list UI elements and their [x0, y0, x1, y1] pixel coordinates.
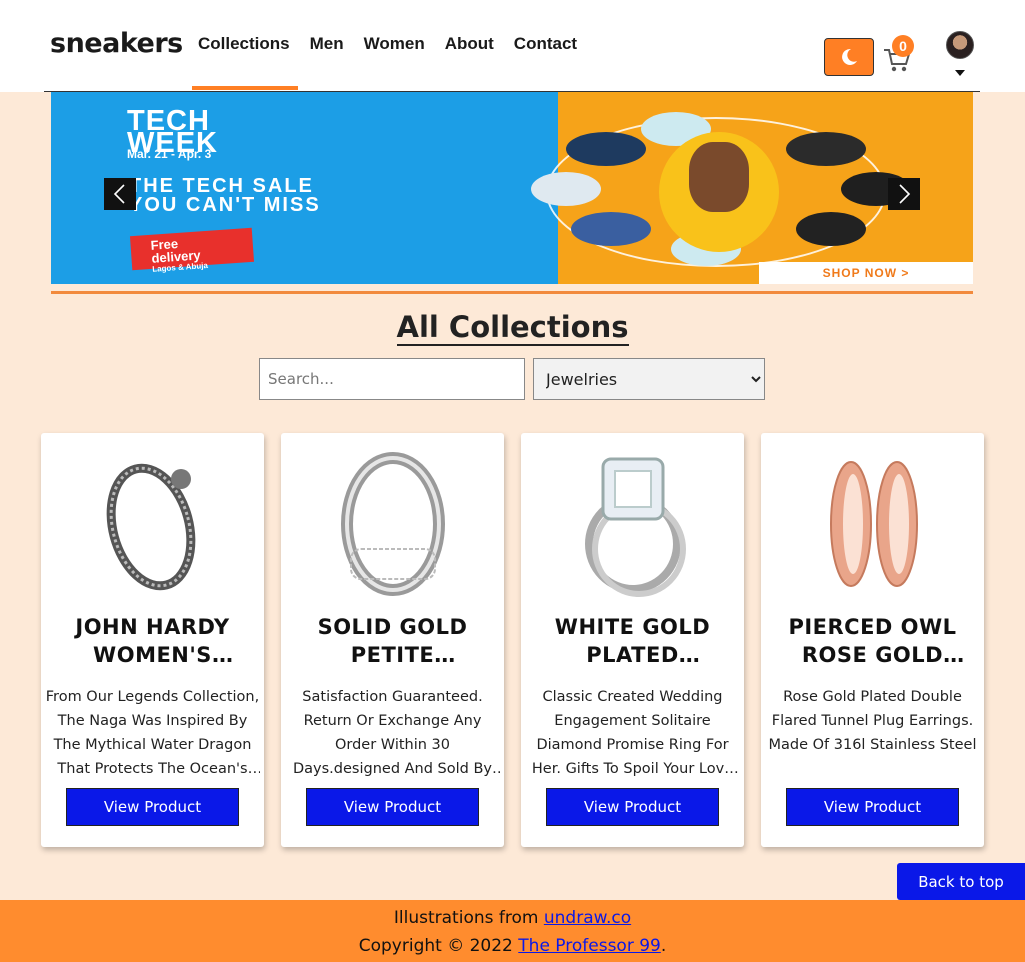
category-select[interactable]: Jewelries: [533, 358, 765, 400]
bracelet-image: [106, 463, 196, 591]
footer-illustrations-credit: Illustrations from undraw.co: [0, 908, 1025, 928]
theme-toggle-button[interactable]: [824, 38, 874, 76]
product-card: PIERCED OWL ROSE GOLD PLATED STAINLESS S…: [761, 433, 984, 847]
nav-links: Collections Men Women About Contact: [192, 34, 597, 90]
product-image: [813, 449, 933, 599]
navbar: sneakers Collections Men Women About Con…: [0, 0, 1025, 92]
product-description: Satisfaction Guaranteed. Return Or Excha…: [293, 689, 492, 777]
banner-sale-line2: YOU CAN'T MISS: [129, 194, 321, 216]
cart-count-badge: 0: [892, 35, 914, 57]
footer: Illustrations from undraw.co Copyright ©…: [0, 900, 1025, 962]
engagement-ring-image: [585, 457, 686, 597]
author-link[interactable]: The Professor 99: [518, 936, 661, 956]
chevron-right-icon: [899, 184, 911, 204]
shop-now-label[interactable]: SHOP NOW >: [759, 262, 973, 284]
nav-link-about[interactable]: About: [445, 34, 494, 54]
nav-link-contact[interactable]: Contact: [514, 34, 577, 54]
product-description: Rose Gold Plated Double Flared Tunnel Pl…: [768, 689, 977, 753]
nav-link-collections[interactable]: Collections: [192, 34, 298, 90]
free-delivery-badge: Free delivery Lagos & Abuja: [129, 227, 255, 274]
carousel-next-button[interactable]: [888, 178, 920, 210]
product-card: WHITE GOLD PLATED PRINCESS Classic Creat…: [521, 433, 744, 847]
gadget-watch: [796, 212, 866, 246]
product-title: WHITE GOLD PLATED PRINCESS: [554, 615, 711, 673]
caret-down-icon[interactable]: [955, 70, 965, 76]
moon-icon: [842, 48, 857, 65]
view-product-button[interactable]: View Product: [546, 788, 719, 826]
tunnel-earrings-image: [830, 461, 918, 587]
footer-copyright: Copyright © 2022 The Professor 99.: [0, 936, 1025, 956]
product-image: [93, 449, 213, 599]
collections-title-text: All Collections: [396, 310, 629, 346]
nav-link-men[interactable]: Men: [310, 34, 344, 54]
product-image: [573, 449, 693, 599]
hero-carousel: TECH WEEK Mar. 21 - Apr. 3 THE TECH SALE…: [51, 92, 973, 284]
footer-period: .: [660, 936, 667, 956]
view-product-button[interactable]: View Product: [66, 788, 239, 826]
product-description: From Our Legends Collection, The Naga Wa…: [45, 689, 260, 777]
gadget-tablet: [786, 132, 866, 166]
undraw-link[interactable]: undraw.co: [544, 908, 631, 928]
back-to-top-button[interactable]: Back to top: [897, 863, 1025, 900]
footer-copyright-text: Copyright © 2022: [358, 936, 519, 956]
gadget-laptop: [571, 212, 651, 246]
navbar-inner: sneakers Collections Men Women About Con…: [44, 0, 980, 92]
banner-sale-text: THE TECH SALE YOU CAN'T MISS: [129, 176, 321, 216]
banner-divider: [51, 291, 973, 294]
banner-dates: Mar. 21 - Apr. 3: [127, 147, 212, 161]
carousel-prev-button[interactable]: [104, 178, 136, 210]
collections-title: All Collections: [0, 310, 1025, 346]
product-title: SOLID GOLD PETITE MICROPAVE: [317, 615, 468, 673]
banner-model-face: [689, 142, 749, 212]
product-card: JOHN HARDY WOMEN'S LEGENDS NAGA From Our…: [41, 433, 264, 847]
gadget-camera: [566, 132, 646, 166]
chevron-left-icon: [113, 184, 125, 204]
user-avatar[interactable]: [946, 31, 974, 59]
ring-image: [341, 452, 445, 596]
view-product-button[interactable]: View Product: [306, 788, 479, 826]
product-description: Classic Created Wedding Engagement Solit…: [531, 689, 734, 777]
product-card: SOLID GOLD PETITE MICROPAVE Satisfaction…: [281, 433, 504, 847]
gadget-controller: [531, 172, 601, 206]
product-title: JOHN HARDY WOMEN'S LEGENDS NAGA: [57, 615, 247, 673]
nav-link-women[interactable]: Women: [364, 34, 425, 54]
view-product-button[interactable]: View Product: [786, 788, 959, 826]
brand-logo[interactable]: sneakers: [50, 28, 183, 59]
footer-illustrations-text: Illustrations from: [393, 908, 544, 928]
search-input[interactable]: [259, 358, 525, 400]
product-image: [333, 449, 453, 599]
product-title: PIERCED OWL ROSE GOLD PLATED STAINLESS S…: [788, 615, 957, 673]
